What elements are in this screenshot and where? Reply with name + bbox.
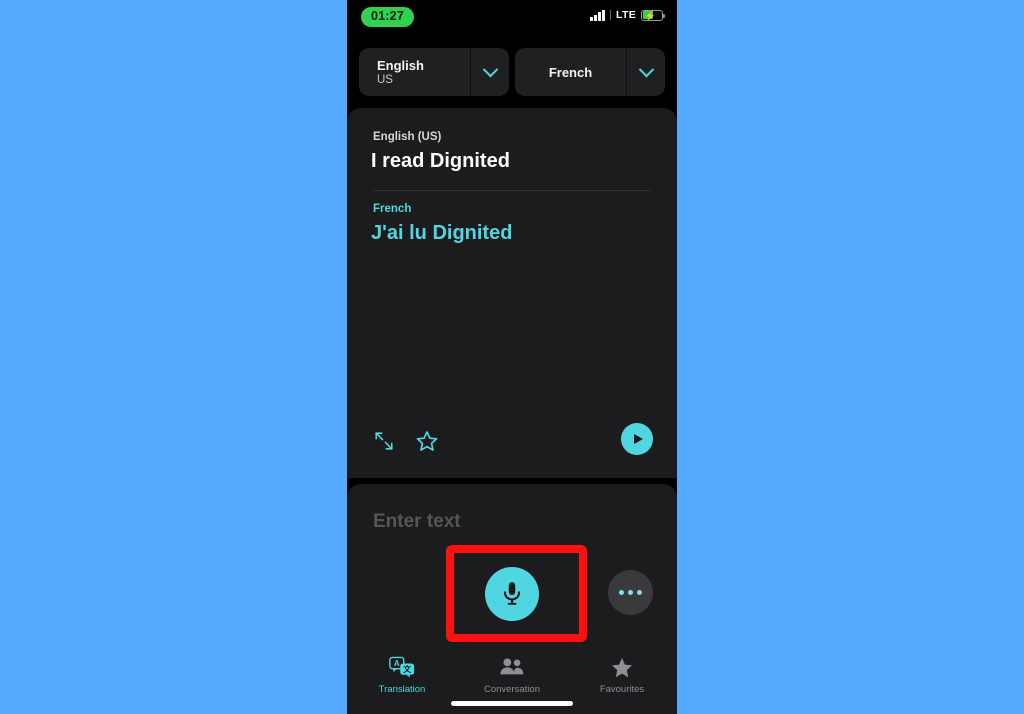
network-label: LTE bbox=[616, 9, 636, 21]
more-options-icon bbox=[619, 590, 624, 595]
expand-arrows-icon[interactable] bbox=[373, 430, 395, 452]
language-selector-row: English US French bbox=[347, 48, 677, 96]
microphone-button[interactable] bbox=[485, 567, 539, 621]
source-language-selector[interactable]: English US bbox=[359, 48, 509, 96]
battery-charging-icon: ⚡ bbox=[641, 9, 665, 21]
target-language-text: French bbox=[515, 65, 626, 80]
status-indicators: LTE ⚡ bbox=[590, 9, 665, 21]
source-text-label: English (US) bbox=[373, 131, 442, 143]
star-filled-icon bbox=[610, 654, 634, 680]
tab-translation[interactable]: A 文 Translation bbox=[347, 644, 457, 714]
svg-text:A: A bbox=[394, 659, 400, 668]
svg-text:文: 文 bbox=[403, 664, 411, 674]
chevron-down-icon bbox=[638, 61, 654, 77]
home-indicator bbox=[451, 701, 573, 706]
microphone-icon bbox=[503, 582, 521, 605]
target-language-selector[interactable]: French bbox=[515, 48, 665, 96]
signal-bars-icon bbox=[590, 9, 606, 21]
chevron-down-icon bbox=[482, 61, 498, 77]
card-action-bar bbox=[347, 416, 677, 478]
bottom-tab-bar: A 文 Translation Conversation Favourites bbox=[347, 644, 677, 714]
target-text-label: French bbox=[373, 203, 412, 215]
tab-label-favourites: Favourites bbox=[599, 684, 645, 695]
source-text-value: I read Dignited bbox=[371, 150, 510, 172]
play-circle-icon[interactable] bbox=[621, 423, 653, 455]
enter-text-placeholder[interactable]: Enter text bbox=[373, 511, 461, 533]
target-text-value: J'ai lu Dignited bbox=[371, 222, 513, 244]
translation-result-card: English (US) I read Dignited French J'ai… bbox=[347, 108, 677, 478]
status-bar: 01:27 LTE ⚡ bbox=[347, 0, 677, 36]
source-language-region: US bbox=[377, 73, 393, 86]
source-language-dropdown-button[interactable] bbox=[471, 61, 509, 78]
tab-label-conversation: Conversation bbox=[484, 684, 540, 695]
translation-bubbles-icon: A 文 bbox=[389, 654, 415, 680]
tab-favourites[interactable]: Favourites bbox=[567, 644, 677, 714]
status-separator bbox=[610, 10, 612, 20]
status-time: 01:27 bbox=[361, 7, 414, 27]
card-divider bbox=[373, 190, 651, 191]
source-language-text: English US bbox=[359, 58, 470, 87]
source-language-name: English bbox=[377, 57, 424, 73]
target-language-name: French bbox=[548, 64, 593, 80]
tab-label-translation: Translation bbox=[378, 684, 426, 695]
star-outline-icon[interactable] bbox=[415, 429, 439, 453]
target-language-dropdown-button[interactable] bbox=[627, 61, 665, 78]
people-icon bbox=[499, 654, 525, 680]
more-options-button[interactable] bbox=[608, 570, 653, 615]
